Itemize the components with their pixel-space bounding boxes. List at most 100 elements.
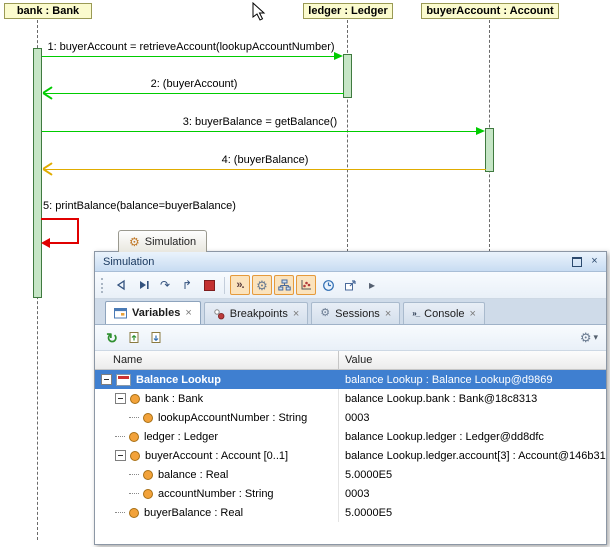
toolbar-grip[interactable] [101,278,105,293]
clock-icon [322,279,335,292]
row-name-label: lookupAccountNumber : String [158,412,307,424]
breakpoints-icon [213,308,225,320]
step-back-button[interactable] [111,275,131,295]
message-5-line-side [77,218,79,244]
tab-variables[interactable]: Variables × [105,301,201,324]
variables-icon [114,307,127,319]
row-name-label: buyerBalance : Real [144,507,243,519]
activation-buyeraccount[interactable] [485,128,494,172]
view-options-button[interactable]: ⚙ ▾ [579,328,599,348]
table-row-lookupaccountnumber[interactable]: lookupAccountNumber : String 0003 [95,408,606,427]
table-row-balance[interactable]: balance : Real 5.0000E5 [95,465,606,484]
toolbar-separator [224,277,225,294]
message-5-arrowhead [41,238,50,248]
run-icon [137,279,150,291]
tab-sessions[interactable]: ⚙ Sessions × [311,302,400,324]
column-header-value[interactable]: Value [339,351,606,369]
charts-button[interactable] [296,275,316,295]
tree-connector [115,512,125,514]
message-3-arrowhead [476,127,485,135]
tab-breakpoints[interactable]: Breakpoints × [204,302,309,324]
table-row-ledger[interactable]: ledger : Ledger balance Lookup.ledger : … [95,427,606,446]
message-3-label[interactable]: 3: buyerBalance = getBalance() [42,116,478,128]
variable-icon [129,432,139,442]
trigger-button[interactable]: ». [230,275,250,295]
expander-icon[interactable] [115,450,126,461]
activation-ledger[interactable] [343,54,352,98]
stop-icon [204,280,215,291]
table-row-balance-lookup[interactable]: Balance Lookup balance Lookup : Balance … [95,370,606,389]
message-1-arrowhead [334,52,343,60]
message-3-line [42,131,477,132]
tree-icon [278,279,291,292]
simulation-window-tab-label: Simulation [145,236,196,248]
snapshot-icon [150,331,162,344]
simulation-config-icon [116,374,131,386]
row-value-label: 5.0000E5 [339,465,606,484]
trigger-icon: ». [236,279,243,291]
sequence-diagram-canvas: bank : Bank ledger : Ledger buyerAccount… [0,0,610,547]
gear-icon: ⚙ [256,279,268,292]
message-2-label[interactable]: 2: (buyerAccount) [44,78,344,90]
export-variables-button[interactable] [124,328,144,348]
table-row-accountnumber[interactable]: accountNumber : String 0003 [95,484,606,503]
panel-titlebar[interactable]: Simulation × [95,252,606,272]
tab-variables-close-icon[interactable]: × [185,307,191,319]
row-value-label: balance Lookup.ledger : Ledger@dd8dfc [339,427,606,446]
toolbar-overflow-button[interactable]: ▸ [362,275,382,295]
time-button[interactable] [318,275,338,295]
expander-icon[interactable] [115,393,126,404]
lifeline-bank[interactable]: bank : Bank [4,3,92,19]
variable-icon [130,451,140,461]
variables-table-header: Name Value [95,351,606,370]
tab-console-label: Console [424,308,464,320]
message-4-label[interactable]: 4: (buyerBalance) [44,154,486,166]
snapshot-button[interactable] [146,328,166,348]
tab-sessions-label: Sessions [335,308,380,320]
chevron-right-icon: ▸ [369,278,375,292]
view-options-gear-icon: ⚙ [580,331,592,344]
row-name-label: buyerAccount : Account [0..1] [145,450,288,462]
table-row-bank[interactable]: bank : Bank balance Lookup.bank : Bank@1… [95,389,606,408]
row-name-label: Balance Lookup [136,374,221,386]
row-name-label: bank : Bank [145,393,203,405]
run-button[interactable] [133,275,153,295]
variable-icon [143,413,153,423]
float-button[interactable] [569,255,584,268]
simulation-options-button[interactable]: ⚙ [252,275,272,295]
variables-table: Balance Lookup balance Lookup : Balance … [95,370,606,544]
row-name-label: ledger : Ledger [144,431,218,443]
close-button[interactable]: × [587,255,602,268]
message-1-line [42,56,335,57]
table-row-buyeraccount[interactable]: buyerAccount : Account [0..1] balance Lo… [95,446,606,465]
variable-icon [130,394,140,404]
step-out-button[interactable]: ↱ [177,275,197,295]
tab-breakpoints-close-icon[interactable]: × [293,308,299,320]
variable-icon [143,489,153,499]
table-row-buyerbalance[interactable]: buyerBalance : Real 5.0000E5 [95,503,606,522]
column-header-name[interactable]: Name [95,351,339,369]
message-5-label[interactable]: 5: printBalance(balance=buyerBalance) [43,200,236,212]
tab-console-close-icon[interactable]: × [470,308,476,320]
tab-sessions-close-icon[interactable]: × [385,308,391,320]
simulation-window-tab[interactable]: ⚙ Simulation [118,230,207,252]
expander-icon[interactable] [101,374,112,385]
refresh-icon: ↻ [106,331,118,345]
terminate-button[interactable] [199,275,219,295]
export-button[interactable] [340,275,360,295]
simulation-panel: ⚙ Simulation Simulation × [94,230,610,547]
tree-connector [129,493,139,495]
row-name-label: balance : Real [158,469,228,481]
tab-console[interactable]: »_ Console × [403,302,485,324]
message-5-line-top [41,218,79,220]
activation-bank[interactable] [33,48,42,298]
containment-tree-button[interactable] [274,275,294,295]
lifeline-ledger[interactable]: ledger : Ledger [303,3,393,19]
message-1-label[interactable]: 1: buyerAccount = retrieveAccount(lookup… [42,41,340,53]
row-value-label: 5.0000E5 [339,503,606,522]
refresh-button[interactable]: ↻ [102,328,122,348]
message-2-line [44,93,344,94]
sessions-icon: ⚙ [320,308,330,319]
lifeline-buyeraccount[interactable]: buyerAccount : Account [421,3,559,19]
step-over-button[interactable]: ↷ [155,275,175,295]
